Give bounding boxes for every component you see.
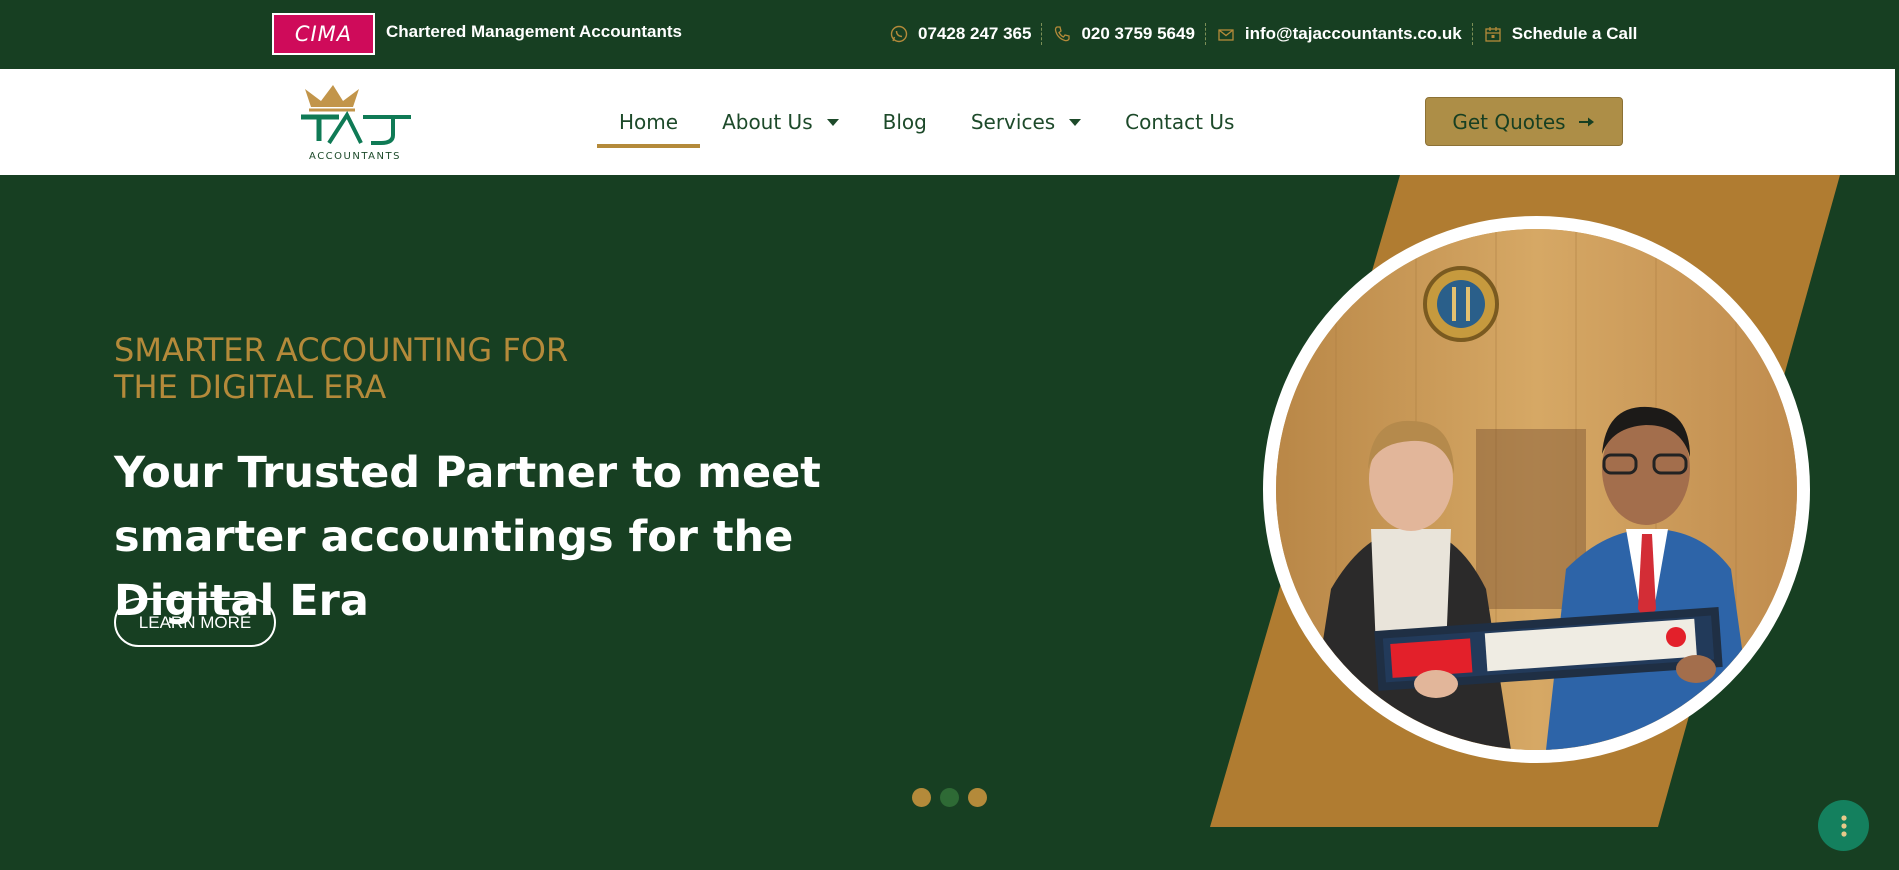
get-quotes-button[interactable]: Get Quotes [1425,97,1623,146]
nav-services-label: Services [970,110,1056,134]
email-icon [1218,29,1234,41]
hero-slider: SMARTER ACCOUNTING FOR THE DIGITAL ERA Y… [0,175,1899,870]
nav-blog[interactable]: Blog [861,69,949,175]
nav-home-label: Home [619,110,679,134]
caret-down-icon [1069,118,1082,126]
nav-services[interactable]: Services [949,69,1103,175]
phone-contact[interactable]: 020 3759 5649 [1052,23,1206,45]
calendar-icon [1485,27,1501,42]
whatsapp-icon [890,25,908,43]
whatsapp-number: 07428 247 365 [918,24,1032,43]
ceremony-photo-illustration [1276,229,1797,750]
schedule-call-label: Schedule a Call [1511,24,1638,43]
get-quotes-label: Get Quotes [1452,109,1566,134]
nav-blog-label: Blog [882,110,927,134]
email-address: info@tajaccountants.co.uk [1244,24,1462,43]
phone-number: 020 3759 5649 [1081,24,1195,43]
phone-icon [1055,26,1071,42]
slide-dot-1[interactable] [912,788,931,807]
learn-more-button[interactable]: LEARN MORE [114,598,276,647]
nav-contact-us[interactable]: Contact Us [1103,69,1256,175]
nav-contact-us-label: Contact Us [1125,110,1235,134]
contact-list: 07428 247 365 020 3759 5649 info@tajacco… [889,19,1657,49]
slide-dot-2[interactable] [940,788,959,807]
hero-kicker-line1: SMARTER ACCOUNTING FOR [114,331,569,369]
nav-home[interactable]: Home [597,69,701,175]
slide-dot-3[interactable] [968,788,987,807]
hero-kicker-line2: THE DIGITAL ERA [114,368,387,406]
top-bar: CIMA Chartered Management Accountants 07… [0,0,1899,69]
schedule-call-link[interactable]: Schedule a Call [1483,23,1648,45]
nav-about-us[interactable]: About Us [700,69,861,175]
vertical-dots-icon [1840,814,1847,837]
cima-badge: CIMA [272,13,375,55]
nav-about-us-label: About Us [722,110,813,134]
cima-subtitle: Chartered Management Accountants [386,22,682,41]
logo-tagline: ACCOUNTANTS [309,151,401,162]
slider-dots [912,788,987,807]
main-navbar: ACCOUNTANTS Home About Us Blog Services … [0,69,1899,175]
arrow-right-icon [1578,117,1594,126]
more-options-button[interactable] [1818,800,1869,851]
caret-down-icon [826,118,839,126]
hero-kicker: SMARTER ACCOUNTING FOR THE DIGITAL ERA [114,332,568,406]
hero-photo [1263,216,1810,763]
primary-nav: Home About Us Blog Services Contact Us [597,69,1256,175]
taj-logo[interactable]: ACCOUNTANTS [293,85,418,163]
whatsapp-contact[interactable]: 07428 247 365 [889,23,1043,45]
email-contact[interactable]: info@tajaccountants.co.uk [1216,23,1473,45]
